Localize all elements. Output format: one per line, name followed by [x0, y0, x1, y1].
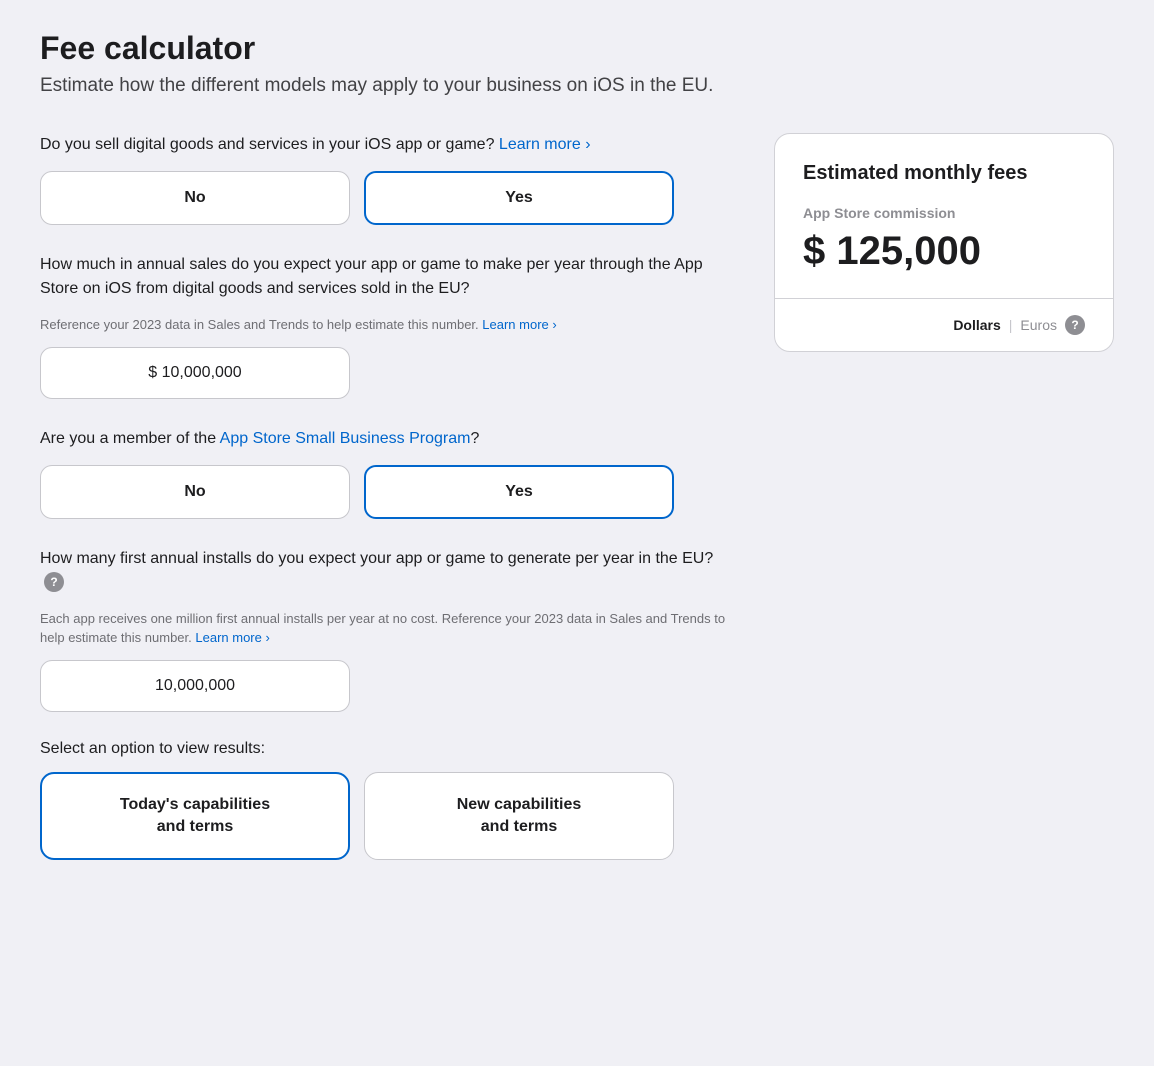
page-subtitle: Estimate how the different models may ap… — [40, 75, 1114, 97]
q2-learn-more-link[interactable]: Learn more › — [482, 317, 556, 332]
question-2-block: How much in annual sales do you expect y… — [40, 253, 734, 399]
question-2-label: How much in annual sales do you expect y… — [40, 253, 734, 301]
q2-input[interactable] — [40, 347, 350, 399]
fees-card-bottom: Dollars | Euros ? — [775, 299, 1113, 351]
left-panel: Do you sell digital goods and services i… — [40, 133, 734, 888]
q2-input-wrap — [40, 347, 350, 399]
fees-card-title: Estimated monthly fees — [803, 162, 1085, 185]
q3-yes-button[interactable]: Yes — [364, 465, 674, 519]
q4-input-wrap — [40, 660, 350, 712]
currency-help-icon[interactable]: ? — [1065, 315, 1085, 335]
fees-commission-label: App Store commission — [803, 205, 1085, 221]
question-4-label: How many first annual installs do you ex… — [40, 547, 734, 595]
q1-learn-more-link[interactable]: Learn more › — [499, 136, 591, 153]
question-4-sub-label: Each app receives one million first annu… — [40, 609, 734, 648]
main-layout: Do you sell digital goods and services i… — [40, 133, 1114, 888]
question-3-label: Are you a member of the App Store Small … — [40, 427, 734, 451]
question-4-block: How many first annual installs do you ex… — [40, 547, 734, 712]
q3-button-group: No Yes — [40, 465, 734, 519]
fees-card: Estimated monthly fees App Store commiss… — [774, 133, 1114, 352]
select-option-label: Select an option to view results: — [40, 740, 734, 758]
select-option-block: Select an option to view results: Today'… — [40, 740, 734, 861]
q4-input[interactable] — [40, 660, 350, 712]
right-panel: Estimated monthly fees App Store commiss… — [774, 133, 1114, 352]
question-1-label: Do you sell digital goods and services i… — [40, 133, 734, 157]
new-capabilities-button[interactable]: New capabilitiesand terms — [364, 772, 674, 861]
q1-button-group: No Yes — [40, 171, 734, 225]
q1-yes-button[interactable]: Yes — [364, 171, 674, 225]
fees-card-top: Estimated monthly fees App Store commiss… — [775, 134, 1113, 299]
q3-no-button[interactable]: No — [40, 465, 350, 519]
euros-currency-option[interactable]: Euros — [1020, 317, 1057, 333]
today-capabilities-button[interactable]: Today's capabilitiesand terms — [40, 772, 350, 861]
q3-program-link[interactable]: App Store Small Business Program — [220, 430, 471, 447]
question-3-block: Are you a member of the App Store Small … — [40, 427, 734, 519]
q4-learn-more-link[interactable]: Learn more › — [195, 630, 269, 645]
results-button-group: Today's capabilitiesand terms New capabi… — [40, 772, 734, 861]
currency-divider: | — [1009, 317, 1013, 333]
page-title: Fee calculator — [40, 30, 1114, 67]
question-1-block: Do you sell digital goods and services i… — [40, 133, 734, 225]
dollars-currency-option[interactable]: Dollars — [953, 317, 1000, 333]
fees-amount: $ 125,000 — [803, 229, 1085, 274]
q4-help-icon[interactable]: ? — [44, 572, 64, 592]
question-2-sub-label: Reference your 2023 data in Sales and Tr… — [40, 315, 734, 335]
q1-no-button[interactable]: No — [40, 171, 350, 225]
